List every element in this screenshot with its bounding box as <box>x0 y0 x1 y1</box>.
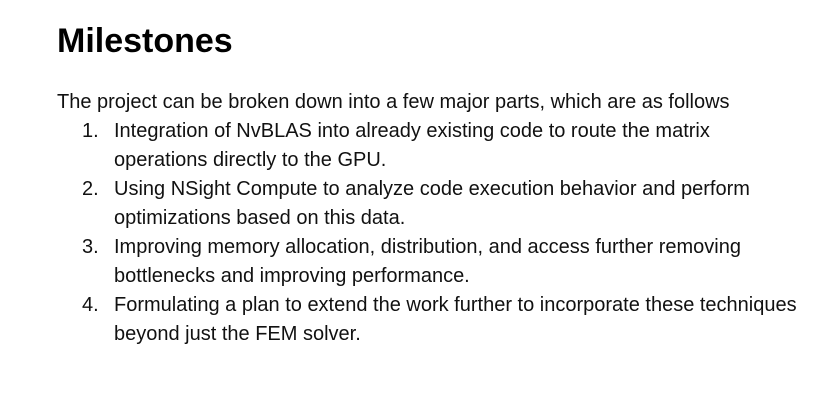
list-item: 1. Integration of NvBLAS into already ex… <box>57 117 797 175</box>
list-item-number: 2. <box>82 178 99 200</box>
section-heading: Milestones <box>57 22 233 60</box>
list-item-number: 1. <box>82 120 99 142</box>
list-item-number: 3. <box>82 236 99 258</box>
document-body: Milestones The project can be broken dow… <box>57 20 797 349</box>
intro-paragraph: The project can be broken down into a fe… <box>57 91 730 113</box>
list-item-number: 4. <box>82 294 99 316</box>
list-item: 3. Improving memory allocation, distribu… <box>57 233 797 291</box>
milestone-list: 1. Integration of NvBLAS into already ex… <box>57 117 797 349</box>
list-item-text: Formulating a plan to extend the work fu… <box>114 294 797 345</box>
list-item-text: Improving memory allocation, distributio… <box>114 236 741 287</box>
list-item-text: Integration of NvBLAS into already exist… <box>114 120 710 171</box>
list-item: 4. Formulating a plan to extend the work… <box>57 291 797 349</box>
list-item: 2. Using NSight Compute to analyze code … <box>57 175 797 233</box>
list-item-text: Using NSight Compute to analyze code exe… <box>114 178 750 229</box>
